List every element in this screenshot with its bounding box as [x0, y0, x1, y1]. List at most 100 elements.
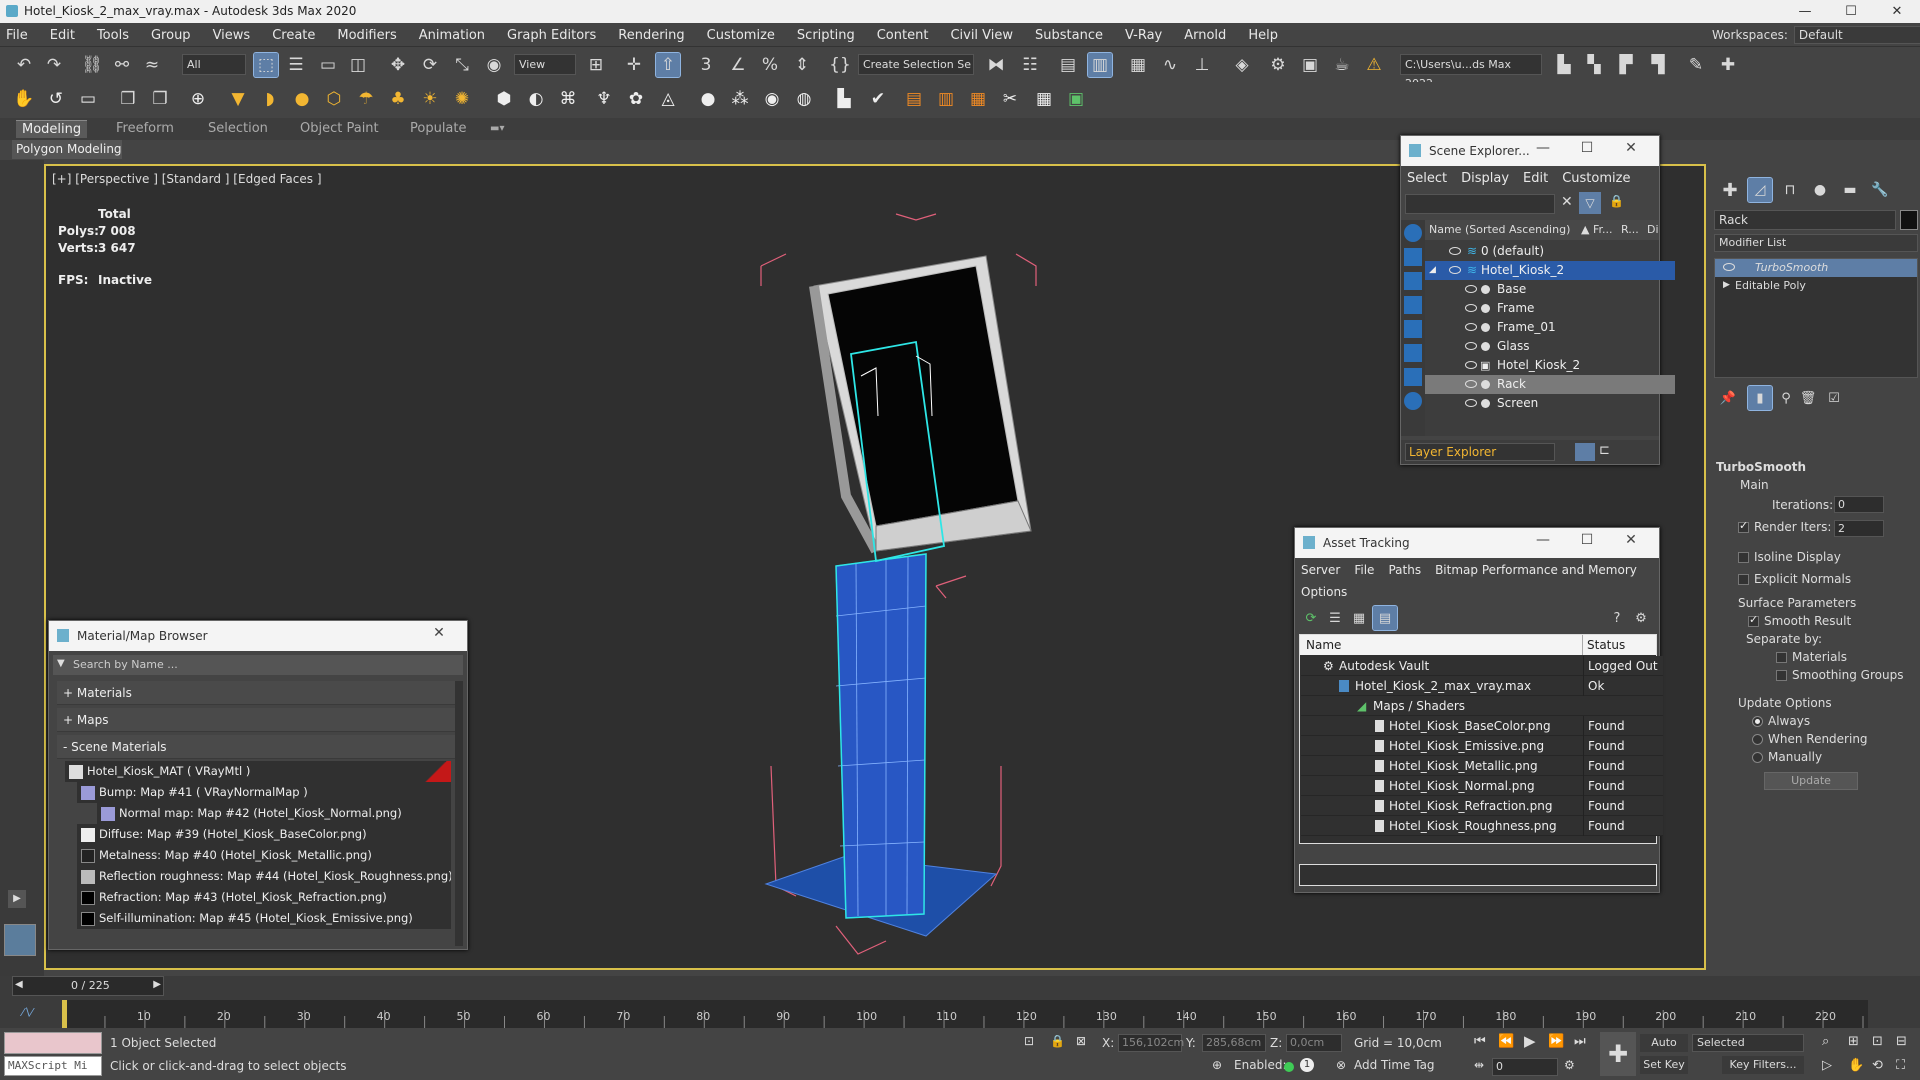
minimize-button[interactable]: —	[1782, 0, 1828, 23]
modifier-toggle-icon[interactable]	[1723, 263, 1735, 271]
remove-modifier-icon[interactable]: 🗑	[1796, 386, 1820, 410]
field-of-view-icon[interactable]: ▷	[1822, 1058, 1832, 1073]
tree-row-base[interactable]: Base	[1425, 280, 1675, 299]
material-editor-icon[interactable]: ◈	[1230, 53, 1254, 77]
sky-icon[interactable]: ✺	[450, 87, 474, 111]
asset-minimize-button[interactable]: —	[1521, 532, 1565, 548]
project-folder-icon[interactable]: ▚	[1582, 53, 1606, 77]
rotate-view-icon[interactable]: ↺	[44, 87, 68, 111]
select-object-icon[interactable]: ⬚	[253, 52, 279, 78]
settings-icon[interactable]: ⚙	[1629, 606, 1653, 630]
scene-menu-customize[interactable]: Customize	[1562, 171, 1630, 186]
mirror-icon[interactable]: ⧓	[984, 53, 1008, 77]
explicit-normals-checkbox[interactable]	[1738, 574, 1749, 585]
link-icon[interactable]: ⛓	[80, 53, 104, 77]
smoothing-groups-checkbox[interactable]	[1776, 670, 1787, 681]
info-icon[interactable]: 1	[1300, 1058, 1314, 1072]
scatter-icon[interactable]: ✿	[624, 87, 648, 111]
prev-frame-icon[interactable]: ◀	[15, 979, 23, 990]
map-item-metalness[interactable]: Metalness: Map #40 (Hotel_Kiosk_Metallic…	[77, 845, 451, 866]
turbosmooth-rollout-title[interactable]: TurboSmooth	[1716, 460, 1806, 474]
group-maps[interactable]: + Maps	[57, 708, 461, 732]
search-options-chevron-icon[interactable]: ▼	[57, 658, 65, 669]
add-time-tag[interactable]: Add Time Tag	[1354, 1058, 1435, 1072]
asset-row-vault[interactable]: ⚙Autodesk VaultLogged Out ...	[1301, 656, 1663, 696]
hand-icon[interactable]: ✋	[12, 87, 36, 111]
tab-freeform[interactable]: Freeform	[110, 120, 180, 138]
layer-explorer-dropdown[interactable]: Layer Explorer	[1405, 443, 1555, 461]
percent-snap-icon[interactable]: %	[758, 53, 782, 77]
bind-space-warp-icon[interactable]: ≈	[140, 53, 164, 77]
zoom-extents-all-icon[interactable]: ⊟	[1896, 1034, 1907, 1049]
select-by-name-icon[interactable]: ☰	[284, 53, 308, 77]
modify-tab-icon[interactable]: ◿	[1747, 177, 1773, 203]
maximize-viewport-icon[interactable]: ⛶	[1896, 1058, 1905, 1073]
display-groups-icon[interactable]	[1404, 368, 1422, 386]
asset-row-basecolor[interactable]: Hotel_Kiosk_BaseColor.png Found	[1301, 716, 1663, 736]
eye-icon[interactable]	[1449, 266, 1461, 274]
scene-explorer-maximize-button[interactable]: ☐	[1565, 140, 1609, 156]
col-render-header[interactable]: R...	[1621, 220, 1639, 240]
reference-coordinate-dropdown[interactable]: View	[514, 54, 576, 75]
configure-sets-icon[interactable]: ☑	[1822, 386, 1846, 410]
instancer-icon[interactable]: ♆	[592, 87, 616, 111]
asset-menu-bitmap[interactable]: Bitmap Performance and Memory	[1435, 563, 1637, 577]
col-frozen-header[interactable]: ▲ Fr...	[1581, 220, 1613, 240]
asset-row-normal[interactable]: Hotel_Kiosk_Normal.png Found	[1301, 776, 1663, 796]
edit-named-selection-icon[interactable]: {}	[828, 53, 852, 77]
update-when-rendering-radio[interactable]	[1752, 734, 1763, 745]
help-icon[interactable]: ?	[1605, 606, 1629, 630]
curve-editor-toggle-icon[interactable]: ⁄∖⁄	[22, 1006, 33, 1019]
menu-graph-editors[interactable]: Graph Editors	[507, 28, 596, 43]
menu-scripting[interactable]: Scripting	[797, 28, 855, 43]
fp-icon-a[interactable]: ▤	[902, 87, 926, 111]
placement-icon[interactable]: ◉	[482, 53, 506, 77]
table-view-icon[interactable]: ▤	[1372, 605, 1398, 631]
asset-menu-paths[interactable]: Paths	[1388, 563, 1421, 577]
eye-icon[interactable]	[1449, 247, 1461, 255]
multi-material-icon[interactable]: ⁂	[728, 87, 752, 111]
tree-row-glass[interactable]: Glass	[1425, 337, 1675, 356]
render-iters-checkbox[interactable]	[1738, 519, 1749, 533]
key-selection-dropdown[interactable]: Selected	[1692, 1034, 1804, 1052]
fur-icon[interactable]: ⌘	[556, 87, 580, 111]
filter-icon[interactable]: ▽	[1579, 192, 1601, 214]
refresh-icon[interactable]: ⟳	[1299, 606, 1323, 630]
asset-close-button[interactable]: ✕	[1609, 532, 1653, 548]
tree-row-hotel-kiosk-layer[interactable]: ◢ ≋ Hotel_Kiosk_2	[1425, 261, 1675, 280]
lock-icon[interactable]: 🔒	[1609, 194, 1624, 208]
go-to-start-icon[interactable]: ⏮	[1474, 1034, 1486, 1049]
eye-icon[interactable]	[1465, 361, 1477, 369]
tree-row-screen[interactable]: Screen	[1425, 394, 1675, 413]
display-tab-icon[interactable]: ▬	[1838, 178, 1862, 202]
menu-file[interactable]: File	[6, 28, 28, 43]
scale-icon[interactable]: ⤡	[450, 53, 474, 77]
tab-selection[interactable]: Selection	[202, 120, 274, 138]
keyboard-shortcut-override-icon[interactable]: ⇧	[655, 52, 681, 78]
material-converter-icon[interactable]: ◍	[792, 87, 816, 111]
dome-light-icon[interactable]: ◗	[258, 87, 282, 111]
menu-group[interactable]: Group	[151, 28, 191, 43]
clear-search-icon[interactable]: ✕	[1561, 194, 1573, 210]
sun-icon[interactable]: ☀	[418, 87, 442, 111]
asset-row-metallic[interactable]: Hotel_Kiosk_Metallic.png Found	[1301, 756, 1663, 776]
layout-icon-a[interactable]: ▛	[1614, 53, 1638, 77]
project-path-dropdown[interactable]: C:\Users\u...ds Max 2022	[1400, 54, 1542, 90]
thumbnail-icon[interactable]: ▦	[1347, 606, 1371, 630]
absolute-mode-icon[interactable]: ⊠	[1076, 1034, 1086, 1048]
object-color-swatch[interactable]	[1900, 210, 1918, 230]
go-to-end-icon[interactable]: ⏭	[1574, 1034, 1586, 1049]
material-item[interactable]: Hotel_Kiosk_MAT ( VRayMtl )	[65, 761, 451, 782]
key-mode-icon[interactable]: ⇹	[1474, 1058, 1484, 1072]
scene-explorer-icon[interactable]: ▤	[1056, 53, 1080, 77]
decal-icon[interactable]: ◬	[656, 87, 680, 111]
time-config-icon[interactable]: ⚙	[1564, 1058, 1575, 1072]
asset-menu-options[interactable]: Options	[1301, 585, 1347, 599]
create-tab-icon[interactable]: ✚	[1718, 178, 1742, 202]
tab-object-paint[interactable]: Object Paint	[294, 120, 385, 138]
stack-item-editable-poly[interactable]: Editable Poly	[1715, 277, 1917, 295]
mesh-light-icon[interactable]: ⬡	[322, 87, 346, 111]
stack-item-turbosmooth[interactable]: TurboSmooth	[1715, 259, 1917, 277]
plane-icon[interactable]: ◐	[524, 87, 548, 111]
display-xrefs-icon[interactable]	[1404, 392, 1422, 410]
